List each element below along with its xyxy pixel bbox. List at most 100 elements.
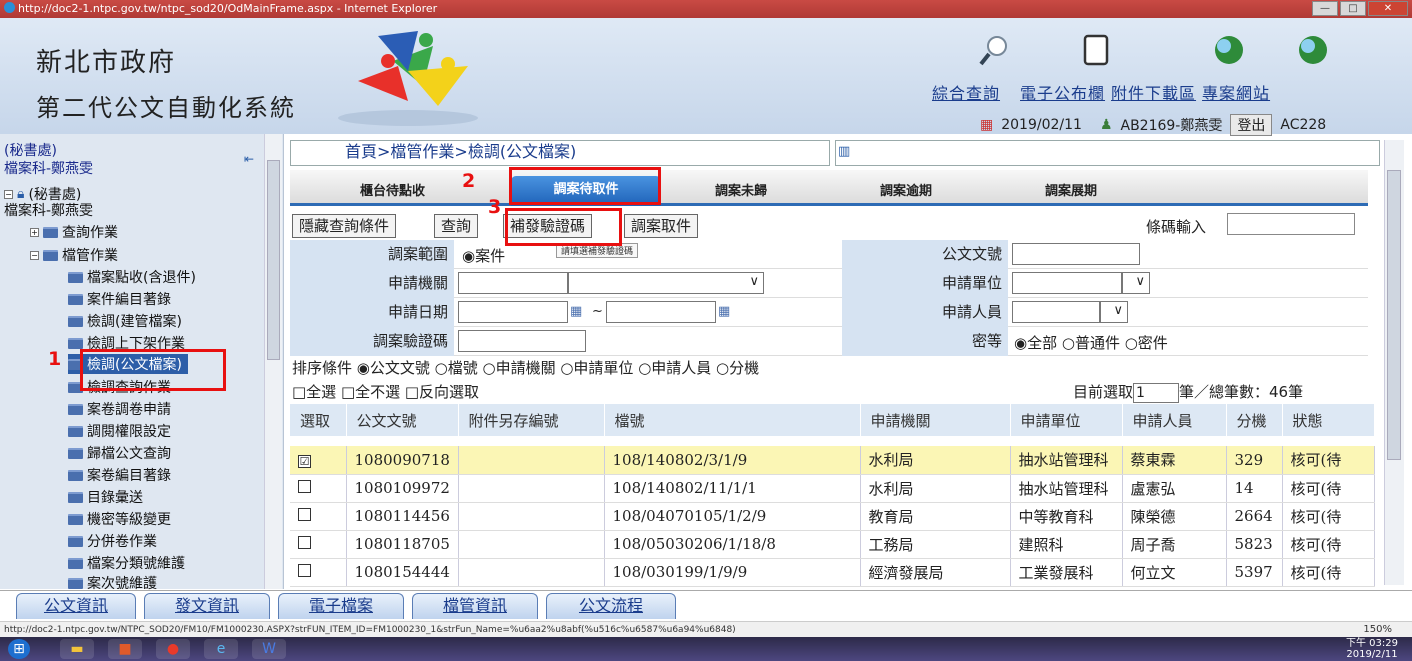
sidebar-item-secret[interactable]: 機密等級變更 — [68, 509, 171, 529]
person-select[interactable] — [1100, 301, 1128, 323]
minimize-button[interactable]: — — [1312, 1, 1338, 16]
globe-icon — [1215, 36, 1243, 64]
col-unit: 申請單位 — [1010, 404, 1123, 436]
barcode-input[interactable] — [1227, 213, 1355, 235]
sidebar-item-label: 查詢作業 — [62, 225, 118, 241]
link-download[interactable]: 附件下載區 — [1111, 80, 1196, 104]
table-row[interactable]: 1080118705 108/05030206/1/18/8 工務局 建照科 周… — [290, 530, 1375, 559]
tab-archive-info[interactable]: 檔管資訊 — [412, 593, 538, 619]
folder-icon[interactable]: ▬ — [60, 639, 94, 659]
verify-input[interactable] — [458, 330, 586, 352]
date-from-input[interactable] — [458, 301, 568, 323]
annotation-box-2 — [509, 167, 661, 205]
breadcrumb-right: ▥ — [835, 140, 1380, 166]
sidebar-item-label: 目錄彙送 — [87, 490, 143, 506]
cell-unit: 工業發展科 — [1010, 558, 1123, 587]
sidebar-item-volume[interactable]: 案卷編目著錄 — [68, 465, 171, 485]
sidebar-scrollbar[interactable] — [264, 134, 282, 589]
table-row[interactable]: 1080109972 108/140802/11/1/1 水利局 抽水站管理科 … — [290, 474, 1375, 503]
row-checkbox[interactable] — [298, 480, 311, 493]
cell-fileno: 108/05030206/1/18/8 — [604, 530, 861, 559]
zoom-level[interactable]: 150% — [1363, 622, 1392, 638]
system-name: 第二代公文自動化系統 — [36, 94, 296, 122]
word-icon[interactable]: W — [252, 639, 286, 659]
sidebar-item-catalog[interactable]: 案件編目著錄 — [68, 289, 171, 309]
counter-input[interactable]: 1 — [1133, 382, 1180, 403]
pickup-button[interactable]: 調案取件 — [624, 214, 699, 238]
tab-send-info[interactable]: 發文資訊 — [144, 593, 270, 619]
result-grid: 選取 公文文號 附件另存編號 檔號 申請機關 申請單位 申請人員 分機 狀態 ☑… — [290, 404, 1375, 590]
chrome-icon[interactable]: ● — [156, 639, 190, 659]
tab-not-returned[interactable]: 調案未歸 — [715, 180, 767, 199]
status-url: http://doc2-1.ntpc.gov.tw/NTPC_SOD20/FM1… — [4, 625, 736, 635]
sidebar-item-building[interactable]: 檢調(建管檔案) — [68, 311, 182, 331]
user-label: AB2169-鄭燕雯 — [1120, 118, 1223, 134]
org-select[interactable] — [568, 272, 764, 294]
row-checkbox[interactable]: ☑ — [298, 454, 311, 468]
sidebar-item-receive[interactable]: 檔案點收(含退件) — [68, 267, 196, 287]
ie-icon[interactable]: e — [204, 639, 238, 659]
close-button[interactable]: ✕ — [1368, 1, 1408, 16]
unit-select[interactable] — [1122, 272, 1150, 294]
sidebar-item-query[interactable]: + 查詢作業 — [30, 222, 118, 242]
sidebar-item-label: 調閱權限設定 — [87, 424, 171, 440]
cell-docno: 1080090718 — [346, 446, 459, 475]
sidebar-item-merge[interactable]: 分併卷作業 — [68, 531, 157, 551]
row-checkbox[interactable] — [298, 536, 311, 549]
maximize-button[interactable]: □ — [1340, 1, 1366, 16]
code-label: AC228 — [1280, 117, 1327, 133]
main-scrollbar[interactable] — [1384, 140, 1404, 585]
sidebar-item-classify[interactable]: 檔案分類號維護 — [68, 553, 185, 573]
tab-doc-flow[interactable]: 公文流程 — [546, 593, 676, 619]
sidebar-dept: (秘書處) — [4, 143, 57, 159]
docno-input[interactable] — [1012, 243, 1140, 265]
logout-button[interactable]: 登出 — [1230, 114, 1273, 136]
sidebar-item-permission[interactable]: 調閱權限設定 — [68, 421, 171, 441]
range-radio[interactable]: ◉案件 — [462, 245, 505, 266]
calendar-icon[interactable]: ▦ — [570, 304, 582, 319]
cell-org: 水利局 — [860, 474, 1011, 503]
tab-efile[interactable]: 電子檔案 — [278, 593, 404, 619]
tab-extension[interactable]: 調案展期 — [1045, 180, 1097, 199]
org-input[interactable] — [458, 272, 568, 294]
link-search[interactable]: 綜合查詢 — [932, 80, 1000, 104]
folder-icon — [68, 491, 83, 503]
start-icon[interactable]: ⊞ — [8, 639, 30, 659]
tab-counter-receive[interactable]: 櫃台待點收 — [360, 180, 425, 199]
unit-input[interactable] — [1012, 272, 1122, 294]
row-checkbox[interactable] — [298, 564, 311, 577]
secret-radio[interactable]: ◉全部 ○普通件 ○密件 — [1014, 332, 1168, 353]
barcode-label: 條碼輸入 — [1146, 218, 1207, 236]
sidebar-item-archive[interactable]: − 檔管作業 — [30, 245, 118, 265]
link-board[interactable]: 電子公布欄 — [1020, 80, 1105, 104]
sidebar-item-filed[interactable]: 歸檔公文查詢 — [68, 443, 171, 463]
cell-status: 核可(待 — [1282, 502, 1375, 531]
tab-overdue[interactable]: 調案逾期 — [880, 180, 932, 199]
cell-fileno: 108/04070105/1/2/9 — [604, 502, 861, 531]
col-att: 附件另存編號 — [458, 404, 605, 436]
person-input[interactable] — [1012, 301, 1100, 323]
link-project[interactable]: 專案網站 — [1202, 80, 1270, 104]
sidebar-item-send[interactable]: 目錄彙送 — [68, 487, 143, 507]
date-to-input[interactable] — [606, 301, 716, 323]
table-row[interactable]: 1080154444 108/030199/1/9/9 經濟發展局 工業發展科 … — [290, 558, 1375, 587]
sort-options[interactable]: 排序條件 ◉公文文號 ○檔號 ○申請機關 ○申請單位 ○申請人員 ○分機 — [292, 357, 759, 378]
collapse-icon[interactable]: ⇤ — [244, 152, 254, 166]
table-row[interactable]: 1080114456 108/04070105/1/2/9 教育局 中等教育科 … — [290, 502, 1375, 531]
tab-doc-info[interactable]: 公文資訊 — [16, 593, 136, 619]
folder-icon — [68, 337, 83, 349]
row-checkbox[interactable] — [298, 508, 311, 521]
cell-person: 盧憲弘 — [1122, 474, 1227, 503]
media-icon[interactable]: ■ — [108, 639, 142, 659]
calendar-icon[interactable]: ▦ — [718, 304, 730, 319]
sidebar-item-request[interactable]: 案卷調卷申請 — [68, 399, 171, 419]
folder-icon — [68, 271, 83, 283]
cell-person: 周子喬 — [1122, 530, 1227, 559]
cell-att — [458, 558, 605, 587]
select-options[interactable]: □全選 □全不選 □反向選取 — [292, 381, 479, 402]
sidebar-item-label: 案卷調卷申請 — [87, 402, 171, 418]
cell-status: 核可(待 — [1282, 530, 1375, 559]
hide-query-button[interactable]: 隱藏查詢條件 — [292, 214, 397, 238]
table-row[interactable]: ☑ 1080090718 108/140802/3/1/9 水利局 抽水站管理科… — [290, 446, 1375, 475]
query-button[interactable]: 查詢 — [434, 214, 479, 238]
